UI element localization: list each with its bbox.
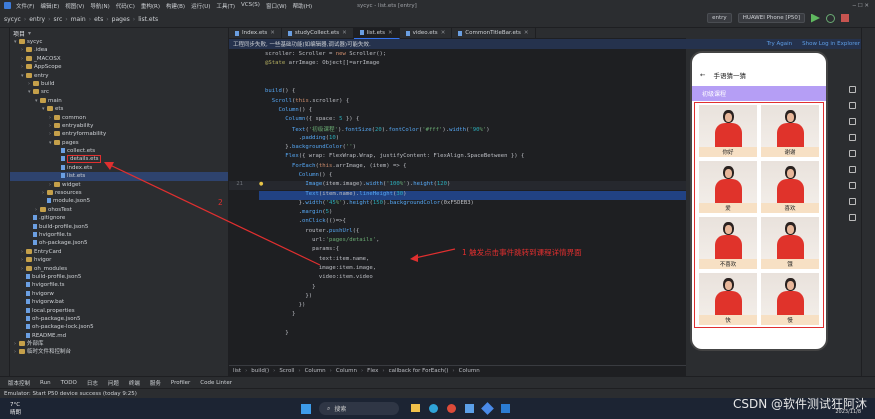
search-label: 搜索 xyxy=(334,406,347,413)
bottom-tool-bar: 版本控制 Run TODO 日志 问题 终端 服务 Profiler Code Linter xyxy=(0,376,875,388)
bottom-tool-2[interactable]: TODO xyxy=(61,380,77,386)
bottom-tool-1[interactable]: Run xyxy=(40,380,51,386)
edge-icon[interactable] xyxy=(429,404,439,413)
search-icon: ⌕ xyxy=(327,404,331,412)
weather-widget[interactable]: 7°C 晴朗 xyxy=(0,402,21,416)
file-explorer-icon[interactable] xyxy=(411,404,421,412)
vscode-icon[interactable] xyxy=(501,404,511,413)
weather-text: 晴朗 xyxy=(10,409,22,416)
arrow-to-url xyxy=(414,248,456,259)
bottom-tool-0[interactable]: 版本控制 xyxy=(8,379,30,387)
devstudio-icon[interactable] xyxy=(481,402,494,415)
taskbar-search[interactable]: ⌕ 搜索 xyxy=(319,402,400,415)
bottom-tool-4[interactable]: 问题 xyxy=(108,379,119,387)
bottom-tool-3[interactable]: 日志 xyxy=(87,379,98,387)
csdn-watermark: CSDN @软件测试狂阿沐 xyxy=(732,397,867,411)
bottom-tool-8[interactable]: Code Linter xyxy=(200,380,232,386)
status-text: Emulator: Start P50 device success (toda… xyxy=(4,390,137,397)
arrow-head-url xyxy=(410,254,418,262)
pinned-apps xyxy=(411,402,511,415)
store-icon[interactable] xyxy=(465,404,475,413)
annotation-arrows xyxy=(104,162,456,266)
bottom-tool-7[interactable]: Profiler xyxy=(171,380,190,386)
arrow-to-details xyxy=(109,164,321,266)
start-icon[interactable] xyxy=(301,403,312,414)
chrome-icon[interactable] xyxy=(447,404,457,413)
bottom-tool-6[interactable]: 服务 xyxy=(150,379,161,387)
bottom-tool-5[interactable]: 终端 xyxy=(129,379,140,387)
